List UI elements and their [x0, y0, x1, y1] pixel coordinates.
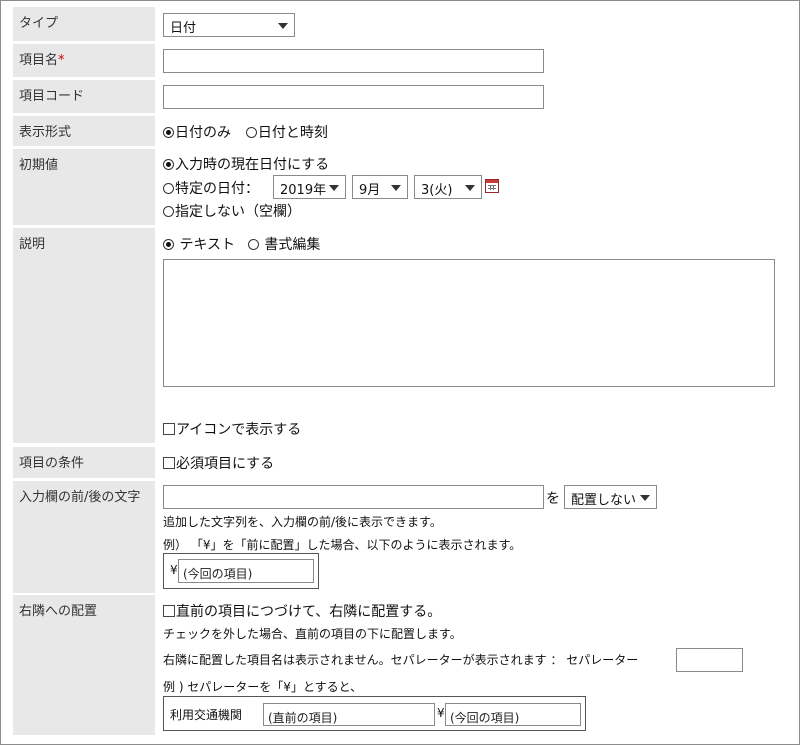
display-format-label: 表示形式 — [13, 116, 155, 146]
display-format-datetime-radio[interactable] — [245, 127, 257, 138]
initial-none-radio[interactable] — [163, 206, 174, 217]
example-separator: ¥ — [437, 706, 445, 720]
right-placement-help-1: チェックを外した場合、直前の項目の下に配置します。 — [163, 627, 462, 641]
right-placement-help-3: 例 ) セパレーターを「¥」とすると、 — [163, 680, 363, 694]
right-placement-label: 右隣への配置 — [13, 595, 155, 735]
initial-current-label: 入力時の現在日付にする — [175, 157, 330, 173]
row-code: 項目コード — [1, 80, 800, 113]
example-current-field: (今回の項目) — [445, 703, 581, 726]
month-select[interactable]: 9月 — [352, 175, 408, 199]
required-checkbox-label: 必須項目にする — [176, 456, 275, 472]
description-rich-label: 書式編集 — [264, 237, 321, 253]
row-right-placement: 右隣への配置 直前の項目につづけて、右隣に配置する。 チェックを外した場合、直前… — [1, 595, 800, 735]
display-format-date-only-radio[interactable] — [163, 127, 174, 138]
row-display-format: 表示形式 日付のみ 日付と時刻 — [1, 116, 800, 146]
example-label: 利用交通機関 — [170, 708, 243, 722]
name-label: 項目名* — [13, 44, 155, 77]
calendar-icon[interactable] — [485, 179, 499, 193]
description-text-radio[interactable] — [163, 239, 174, 250]
affix-example-prefix: ¥ — [170, 563, 178, 577]
separator-input[interactable] — [676, 648, 743, 672]
right-placement-checkbox[interactable] — [163, 605, 175, 617]
code-input[interactable] — [163, 85, 544, 109]
description-textarea[interactable] — [163, 259, 775, 387]
month-value: 9月 — [359, 183, 381, 198]
year-select[interactable]: 2019年 — [273, 175, 346, 199]
chevron-down-icon — [640, 495, 650, 501]
item-settings-form: タイプ 日付 項目名* 項目コード 表示形式 日付のみ 日付と時刻 初期値 入力… — [0, 0, 800, 745]
code-label: 項目コード — [13, 80, 155, 113]
affix-placement-select[interactable]: 配置しない — [564, 485, 657, 509]
required-checkbox[interactable] — [163, 457, 175, 469]
affix-label: 入力欄の前/後の文字 — [13, 481, 155, 593]
affix-example-field: (今回の項目) — [178, 559, 314, 583]
right-placement-example: 利用交通機関 (直前の項目) ¥ (今回の項目) — [163, 696, 586, 731]
row-affix: 入力欄の前/後の文字 を 配置しない 追加した文字列を、入力欄の前/後に表示でき… — [1, 481, 800, 593]
type-select-value: 日付 — [170, 21, 197, 36]
right-placement-checkbox-label: 直前の項目につづけて、右隣に配置する。 — [176, 604, 442, 620]
initial-none-label: 指定しない（空欄） — [175, 204, 301, 220]
chevron-down-icon — [278, 23, 288, 29]
day-value: 3(火) — [421, 183, 453, 198]
description-text-label: テキスト — [179, 237, 236, 253]
right-placement-help-2: 右隣に配置した項目名は表示されません。セパレーターが表示されます ： セパレータ… — [163, 653, 639, 667]
initial-specific-label: 特定の日付： — [175, 181, 259, 197]
description-rich-radio[interactable] — [247, 239, 259, 250]
chevron-down-icon — [329, 185, 339, 191]
chevron-down-icon — [391, 185, 401, 191]
day-select[interactable]: 3(火) — [414, 175, 482, 199]
row-initial-value: 初期値 入力時の現在日付にする 特定の日付： 2019年 9月 3(火) 指定し… — [1, 149, 800, 225]
show-icon-label: アイコンで表示する — [176, 422, 302, 438]
year-value: 2019年 — [280, 183, 327, 198]
display-format-datetime-label: 日付と時刻 — [257, 125, 328, 141]
chevron-down-icon — [465, 185, 475, 191]
name-input[interactable] — [163, 49, 544, 73]
row-description: 説明 テキスト 書式編集 アイコンで表示する — [1, 228, 800, 443]
conditions-label: 項目の条件 — [13, 447, 155, 478]
display-format-date-only-label: 日付のみ — [175, 125, 231, 141]
initial-current-radio[interactable] — [163, 159, 174, 170]
affix-help-1: 追加した文字列を、入力欄の前/後に表示できます。 — [163, 515, 442, 529]
affix-placement-value: 配置しない — [571, 493, 637, 508]
affix-help-2: 例） 「¥」を「前に配置」した場合、以下のように表示されます。 — [163, 538, 522, 552]
row-name: 項目名* — [1, 44, 800, 77]
type-label: タイプ — [13, 7, 155, 41]
description-label: 説明 — [13, 228, 155, 443]
type-select[interactable]: 日付 — [163, 13, 295, 37]
show-icon-checkbox[interactable] — [163, 423, 175, 435]
example-prev-field: (直前の項目) — [263, 703, 435, 726]
affix-input[interactable] — [163, 485, 544, 509]
initial-specific-radio[interactable] — [163, 183, 174, 194]
initial-value-label: 初期値 — [13, 149, 155, 225]
row-type: タイプ 日付 — [1, 7, 800, 41]
affix-wo-text: を — [546, 491, 560, 507]
required-mark: * — [58, 53, 65, 68]
affix-example: ¥ (今回の項目) — [163, 553, 319, 589]
row-conditions: 項目の条件 必須項目にする — [1, 447, 800, 478]
